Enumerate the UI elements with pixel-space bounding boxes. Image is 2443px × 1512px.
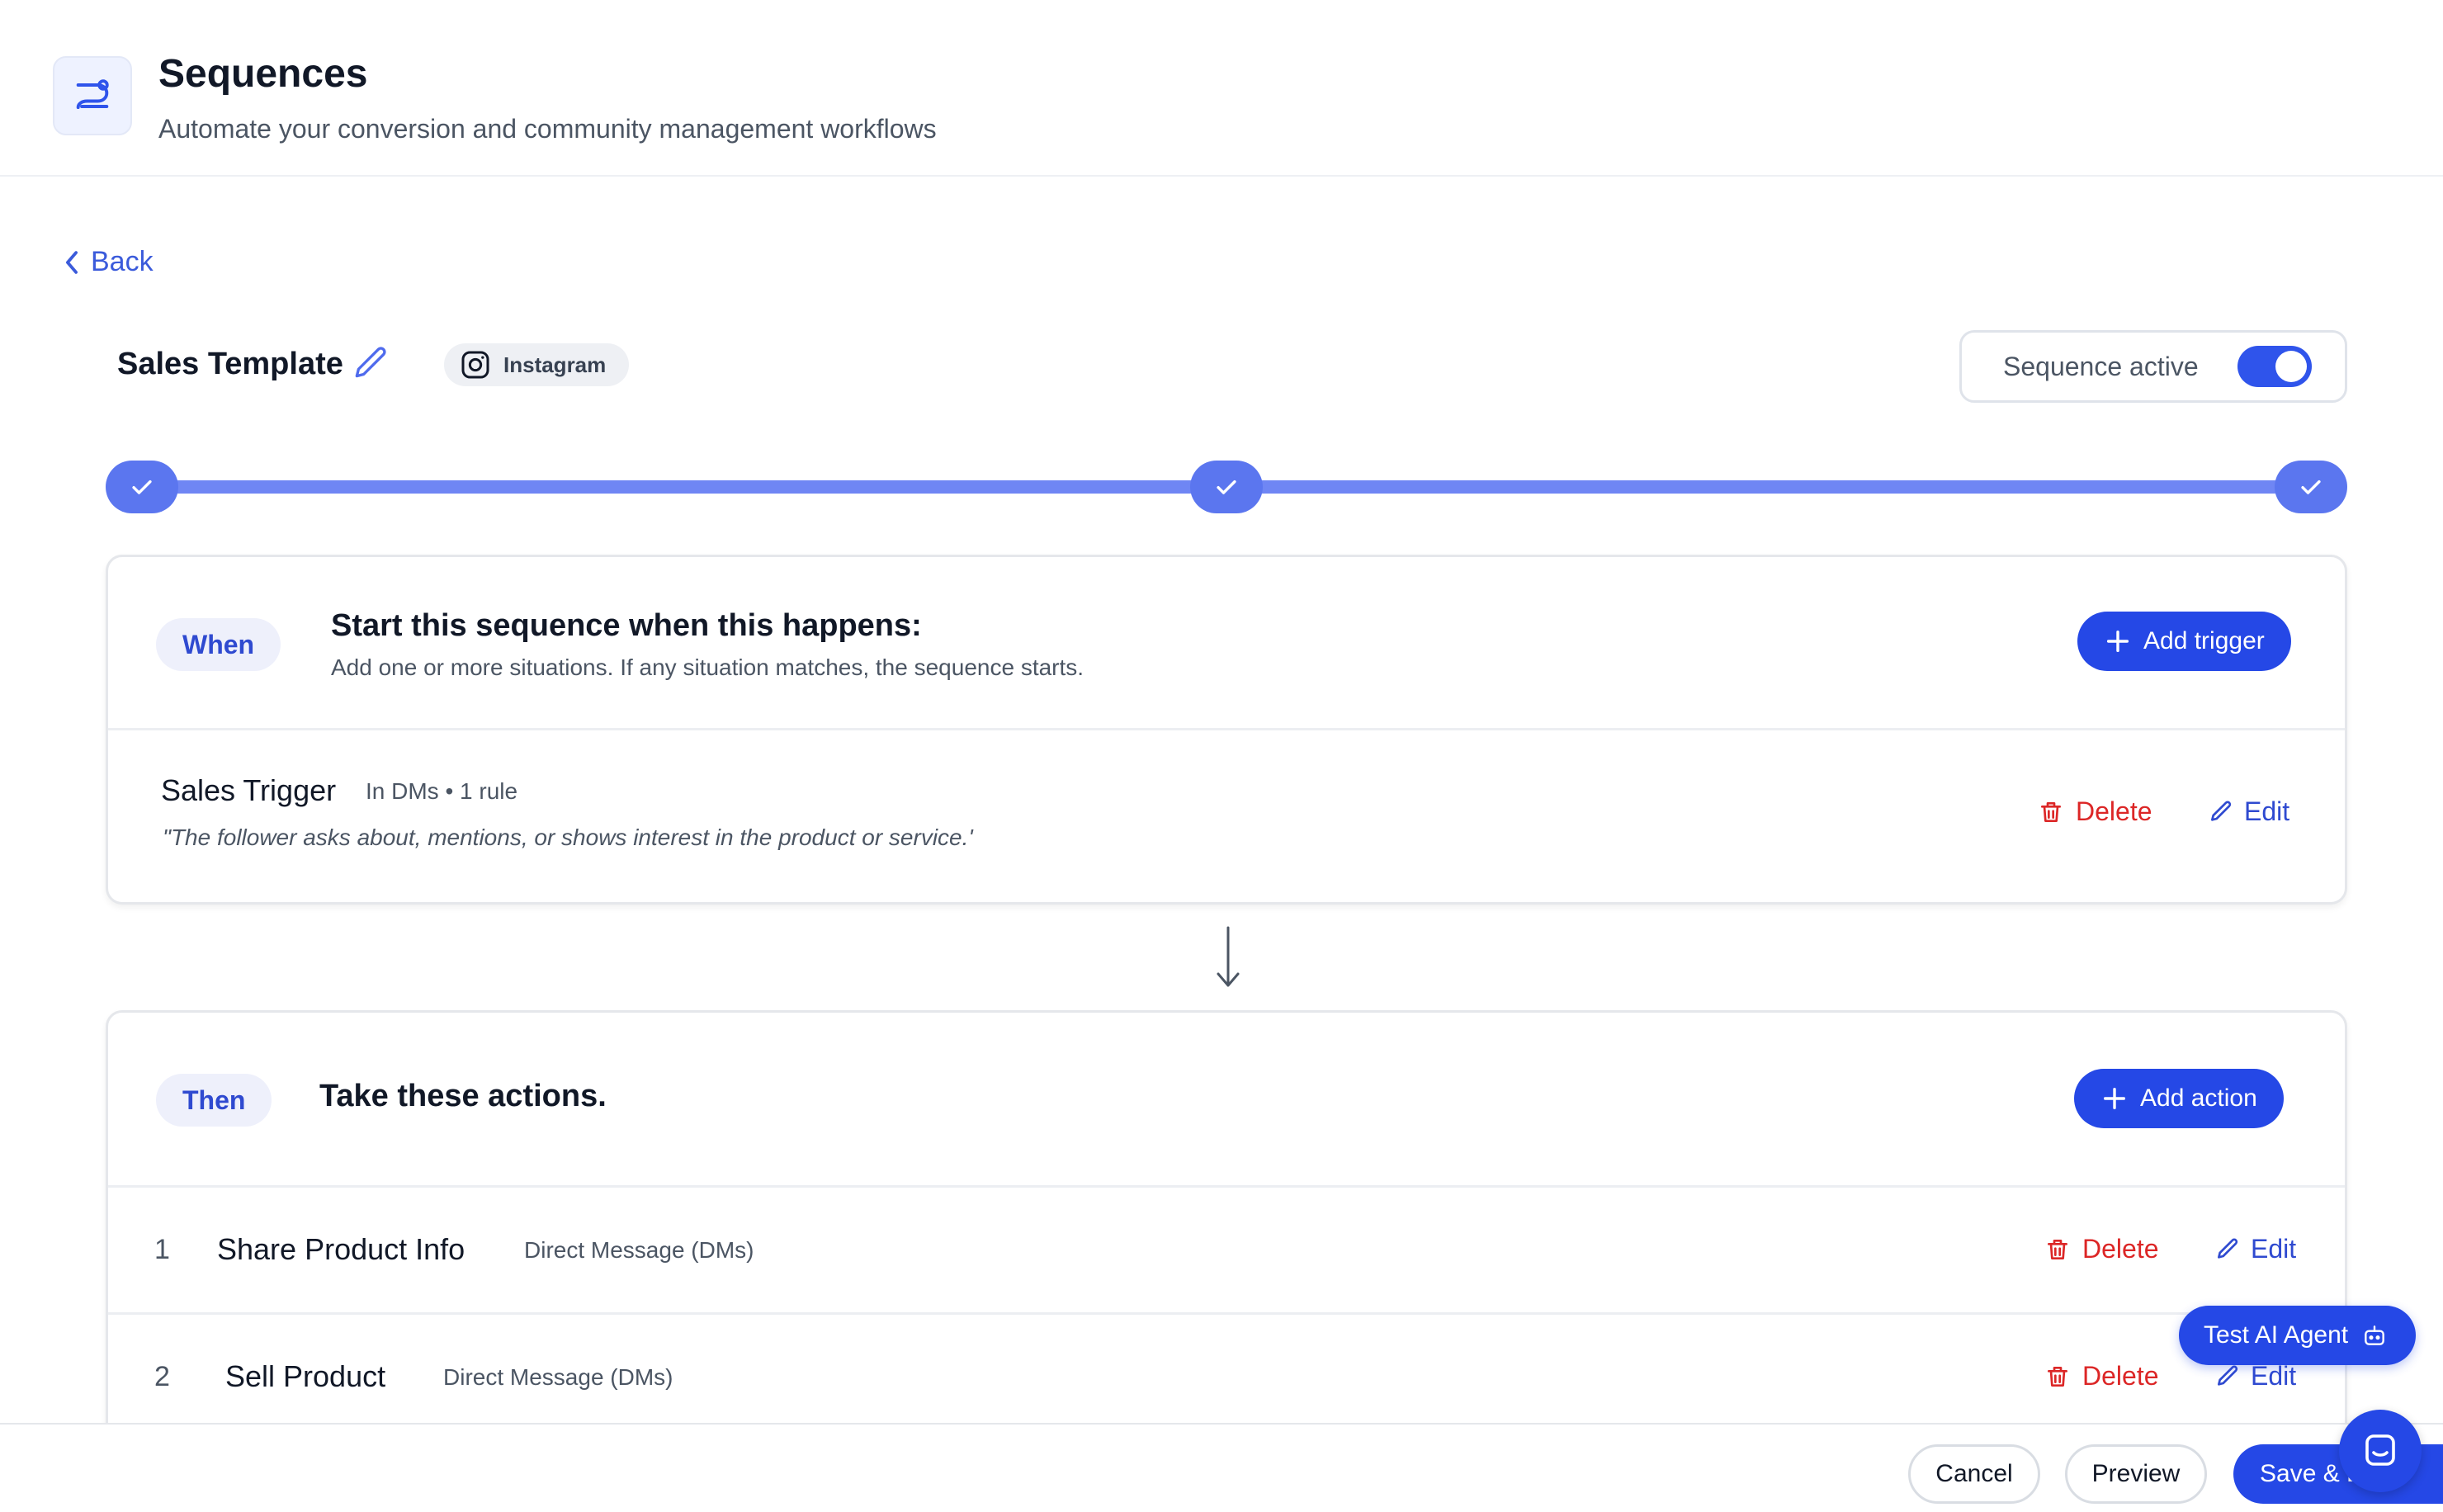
channel-badge: Instagram (444, 343, 630, 386)
edit-name-pencil-icon[interactable] (350, 343, 391, 385)
robot-icon (2365, 1325, 2384, 1345)
app-header: Sequences Automate your conversion and c… (0, 0, 2443, 177)
delete-label: Delete (2082, 1361, 2159, 1391)
page-title: Sequences (158, 52, 368, 96)
delete-label: Delete (2076, 796, 2152, 826)
trigger-title: Sales Trigger (161, 773, 337, 807)
plus-icon (2103, 1087, 2126, 1110)
when-description: Add one or more situations. If any situa… (331, 654, 1084, 680)
edit-label: Edit (2251, 1234, 2297, 1264)
step-1-complete (106, 461, 178, 513)
chat-launcher-button[interactable] (2339, 1410, 2422, 1492)
chevron-left-icon (66, 250, 78, 274)
trash-icon (2048, 1366, 2067, 1387)
trash-icon (2041, 801, 2061, 822)
sequence-active-toggle[interactable] (2237, 346, 2312, 387)
action-type: Direct Message (DMs) (443, 1364, 673, 1390)
edit-trigger-button[interactable]: Edit (2208, 796, 2289, 827)
check-icon (132, 480, 152, 494)
action-type: Direct Message (DMs) (524, 1237, 754, 1263)
trigger-row: Sales Trigger In DMs • 1 rule "The follo… (108, 730, 2345, 902)
then-card-header: Then Take these actions. Add action (108, 1013, 2345, 1188)
plus-icon (2106, 630, 2129, 653)
test-ai-agent-label: Test AI Agent (2204, 1321, 2349, 1349)
pencil-icon (2218, 1365, 2238, 1386)
when-card-header: When Start this sequence when this happe… (108, 557, 2345, 730)
step-3-complete (2275, 461, 2347, 513)
sequences-logo-icon (53, 56, 132, 135)
back-label: Back (91, 246, 154, 277)
delete-trigger-button[interactable]: Delete (2038, 796, 2152, 827)
when-tag: When (156, 618, 281, 671)
delete-label: Delete (2082, 1234, 2159, 1264)
preview-button[interactable]: Preview (2065, 1444, 2207, 1504)
edit-action-button[interactable]: Edit (2214, 1234, 2296, 1264)
add-trigger-label: Add trigger (2143, 627, 2265, 654)
action-title: Share Product Info (217, 1232, 465, 1266)
edit-label: Edit (2244, 796, 2290, 826)
edit-action-button[interactable]: Edit (2214, 1361, 2296, 1392)
pencil-icon (2211, 801, 2232, 821)
test-ai-agent-button[interactable]: Test AI Agent (2179, 1306, 2417, 1365)
check-icon (2301, 480, 2321, 494)
when-heading: Start this sequence when this happens: (331, 608, 922, 643)
add-action-label: Add action (2140, 1084, 2257, 1112)
instagram-icon (461, 351, 489, 379)
edit-label: Edit (2251, 1361, 2297, 1391)
delete-action-button[interactable]: Delete (2044, 1361, 2159, 1392)
action-number: 1 (154, 1234, 170, 1265)
chat-icon (2365, 1434, 2395, 1466)
then-heading: Take these actions. (319, 1079, 607, 1113)
add-trigger-button[interactable]: Add trigger (2077, 612, 2291, 671)
arrow-down-icon (1217, 926, 1240, 987)
step-2-complete (1190, 461, 1263, 513)
channel-label: Instagram (503, 352, 607, 377)
toggle-knob (2275, 351, 2307, 382)
action-title: Sell Product (225, 1359, 386, 1393)
cancel-button[interactable]: Cancel (1908, 1444, 2040, 1504)
sequence-active-control: Sequence active (1959, 330, 2347, 403)
action-number: 2 (154, 1361, 170, 1392)
add-action-button[interactable]: Add action (2074, 1069, 2284, 1128)
then-tag: Then (156, 1074, 272, 1127)
sequence-active-label: Sequence active (2003, 351, 2199, 381)
when-card: When Start this sequence when this happe… (106, 555, 2347, 905)
pencil-icon (2218, 1238, 2238, 1259)
back-link[interactable]: Back (61, 246, 154, 278)
check-icon (1217, 480, 1236, 494)
delete-action-button[interactable]: Delete (2044, 1234, 2159, 1264)
sequence-name: Sales Template (117, 347, 343, 381)
trigger-rule-quote: "The follower asks about, mentions, or s… (163, 825, 973, 850)
page-subtitle: Automate your conversion and community m… (158, 114, 937, 144)
trigger-meta: In DMs • 1 rule (366, 778, 518, 804)
trash-icon (2048, 1239, 2067, 1259)
action-row: 1 Share Product Info Direct Message (DMs… (108, 1188, 2345, 1315)
